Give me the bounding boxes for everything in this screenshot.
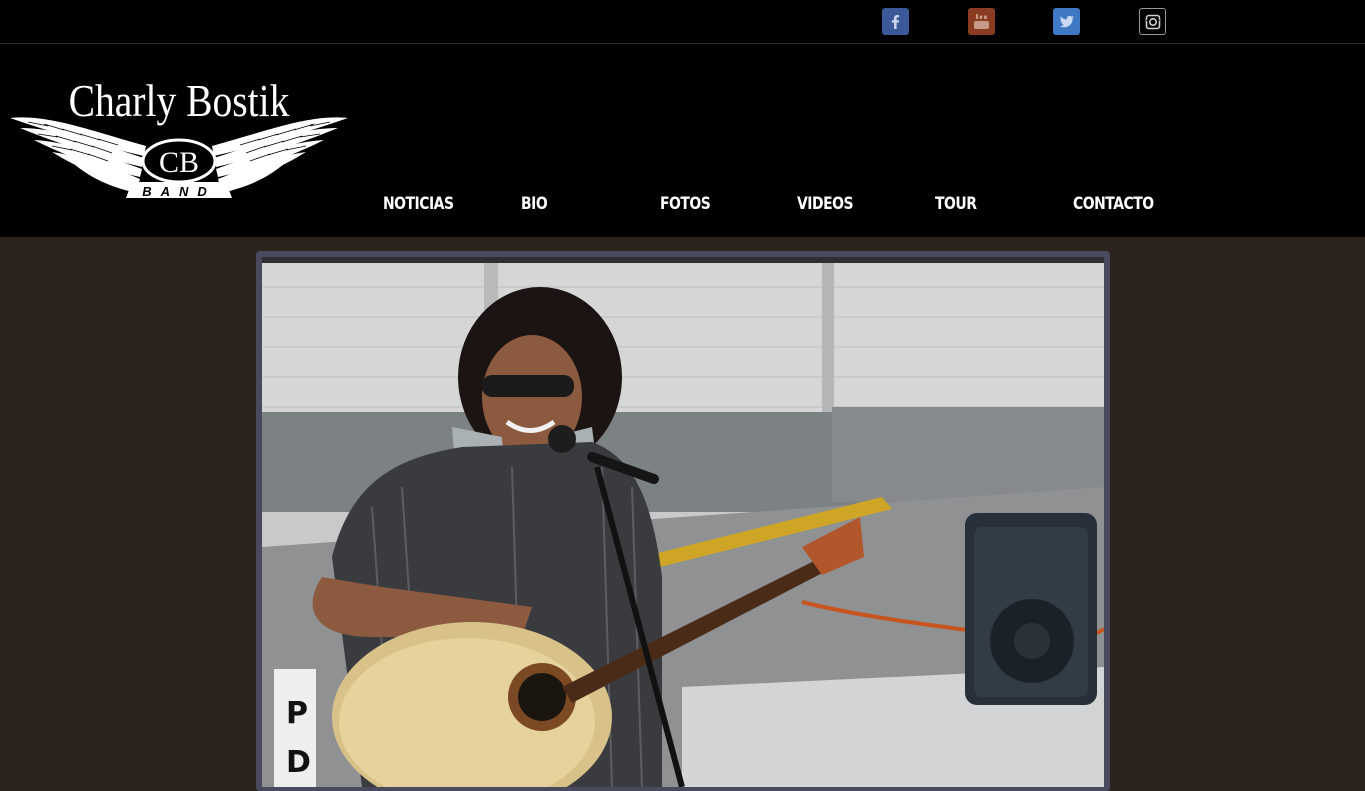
social-bar <box>0 0 1365 44</box>
featured-photo-frame: P D <box>256 251 1110 791</box>
musician-with-guitar-photo: P D <box>262 257 1104 787</box>
logo-monogram: CB <box>159 146 199 179</box>
nav-item-tour[interactable]: TOUR <box>935 194 977 214</box>
svg-text:D: D <box>286 745 311 780</box>
instagram-icon <box>1145 14 1160 29</box>
nav-item-contacto[interactable]: CONTACTO <box>1073 194 1154 214</box>
twitter-icon <box>1059 15 1074 28</box>
featured-photo: P D <box>262 257 1104 787</box>
instagram-link[interactable] <box>1139 8 1166 35</box>
facebook-icon <box>891 15 900 29</box>
svg-text:P: P <box>286 696 308 731</box>
nav-item-noticias[interactable]: NOTICIAS <box>383 194 454 214</box>
nav-item-fotos[interactable]: FOTOS <box>660 194 711 214</box>
twitter-link[interactable] <box>1053 8 1080 35</box>
facebook-link[interactable] <box>882 8 909 35</box>
youtube-link[interactable] <box>968 8 995 35</box>
nav-item-bio[interactable]: BIO <box>521 194 548 214</box>
youtube-icon <box>974 14 989 29</box>
charly-bostik-band-logo[interactable]: CB Charly Bostik BAND <box>8 72 350 202</box>
nav-item-videos[interactable]: VIDEOS <box>797 194 854 214</box>
logo-subtitle: BAND <box>142 184 216 199</box>
logo-title: Charly Bostik <box>69 76 290 126</box>
site-header: CB Charly Bostik BAND NOTICIAS BIO FOTOS… <box>0 44 1365 237</box>
